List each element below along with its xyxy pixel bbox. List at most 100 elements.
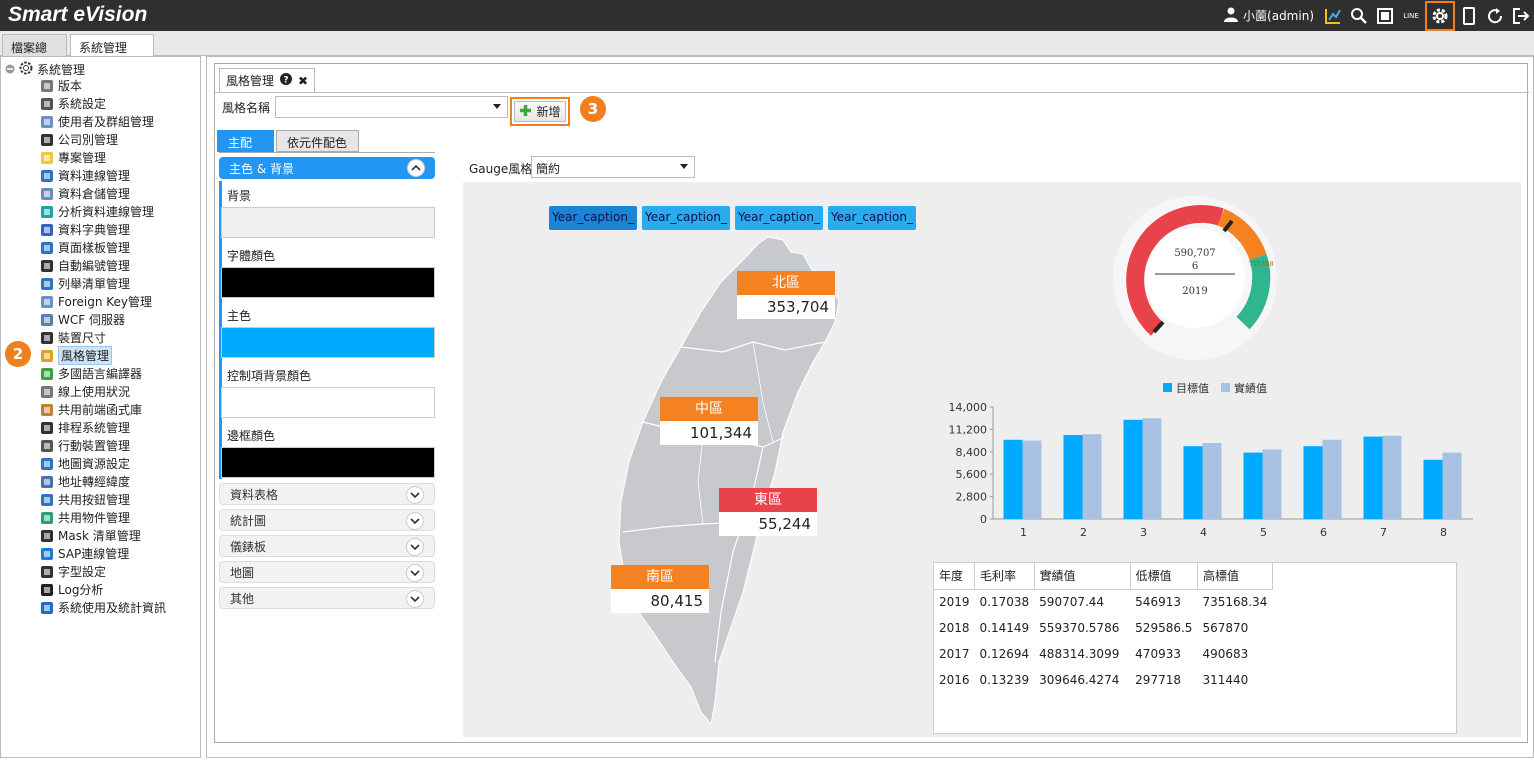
caption-button[interactable]: Year_caption_ <box>549 206 637 230</box>
tab-main-color[interactable]: 主配色 <box>217 130 274 167</box>
caption-button[interactable]: Year_caption_ <box>735 206 823 230</box>
sidebar-item[interactable]: 列舉清單管理 <box>39 275 130 292</box>
chevron-down-icon[interactable] <box>406 564 424 582</box>
key-icon <box>39 294 55 310</box>
cube-icon <box>39 204 55 220</box>
sidebar-item[interactable]: 風格管理 <box>39 346 113 365</box>
region-label[interactable]: 東區 55,244 <box>719 488 817 536</box>
globe-icon <box>39 366 55 382</box>
sidebar-item[interactable]: 資料倉儲管理 <box>39 185 130 202</box>
sidebar-item[interactable]: 線上使用狀況 <box>39 383 130 400</box>
style-name-select[interactable] <box>275 96 508 118</box>
refresh-icon[interactable] <box>1483 4 1507 28</box>
chevron-down-icon[interactable] <box>406 512 424 530</box>
sidebar-item[interactable]: 排程系統管理 <box>39 419 130 436</box>
y-tick-label: 0 <box>980 513 987 526</box>
sidebar-item[interactable]: 專案管理 <box>39 149 106 166</box>
app-title: Smart eVision <box>8 3 148 26</box>
sidebar-item[interactable]: Foreign Key管理 <box>39 293 152 310</box>
collapse-icon[interactable] <box>5 63 15 77</box>
style-preview: Year_caption_ Year_caption_ Year_caption… <box>463 182 1521 737</box>
bar-target <box>1123 419 1143 519</box>
region-value: 80,415 <box>611 589 709 613</box>
help-icon[interactable]: ? <box>280 73 293 88</box>
sidebar-item[interactable]: 公司別管理 <box>39 131 118 148</box>
table-row[interactable]: 2019 0.17038 590707.44 546913 735168.34 <box>934 589 1272 615</box>
mobile-icon[interactable] <box>1457 4 1481 28</box>
table-row[interactable]: 2017 0.12694 488314.3099 470933 490683 <box>934 641 1272 667</box>
add-button-label: 新增 <box>536 105 561 119</box>
accordion-section[interactable]: 其他 <box>219 587 435 609</box>
table-cell: 0.17038 <box>979 595 1030 610</box>
chevron-down-icon[interactable] <box>406 486 424 504</box>
bar-actual <box>1442 452 1462 519</box>
bar-actual <box>1022 440 1042 519</box>
sidebar-item[interactable]: 系統設定 <box>39 95 106 112</box>
sidebar-item[interactable]: Mask 清單管理 <box>39 527 141 544</box>
sidebar-item[interactable]: 資料字典管理 <box>39 221 130 238</box>
sidebar-item[interactable]: 頁面樣板管理 <box>39 239 130 256</box>
sidebar-item[interactable]: SAP連線管理 <box>39 545 129 562</box>
y-tick-label: 5,600 <box>956 468 988 481</box>
fullscreen-icon[interactable] <box>1373 4 1397 28</box>
close-icon[interactable]: ✖ <box>298 74 308 88</box>
logout-icon[interactable] <box>1509 4 1533 28</box>
accordion-section[interactable]: 統計圖 <box>219 509 435 531</box>
color-swatch[interactable] <box>221 447 435 478</box>
tab-component-color[interactable]: 依元件配色 <box>276 130 359 152</box>
sidebar-item[interactable]: 共用按鈕管理 <box>39 491 130 508</box>
legend-label: 實績值 <box>1234 381 1267 395</box>
sidebar-item[interactable]: 版本 <box>39 77 82 94</box>
color-swatch[interactable] <box>221 207 435 238</box>
accordion-main-background[interactable]: 主色 & 背景 <box>219 157 435 179</box>
accordion-section[interactable]: 資料表格 <box>219 483 435 505</box>
tab-system-management[interactable]: 系統管理✖ <box>70 34 154 70</box>
property-label: 背景 <box>227 189 252 203</box>
region-label[interactable]: 南區 80,415 <box>611 565 709 613</box>
accordion-section[interactable]: 地圖 <box>219 561 435 583</box>
chevron-down-icon[interactable] <box>406 590 424 608</box>
line-icon[interactable]: LINE <box>1399 4 1423 28</box>
sap-icon <box>39 546 55 562</box>
chevron-up-icon[interactable] <box>407 159 425 177</box>
sidebar-item[interactable]: WCF 伺服器 <box>39 311 125 328</box>
sidebar-item[interactable]: 分析資料連線管理 <box>39 203 154 220</box>
sidebar-item[interactable]: 系統使用及統計資訊 <box>39 599 166 616</box>
chart-tool-icon[interactable] <box>1321 4 1345 28</box>
accordion-section[interactable]: 儀錶板 <box>219 535 435 557</box>
sidebar-item[interactable]: Log分析 <box>39 581 103 598</box>
users-icon <box>39 114 55 130</box>
sidebar-item[interactable]: 地圖資源設定 <box>39 455 130 472</box>
sidebar-item[interactable]: 裝置尺寸 <box>39 329 106 346</box>
table-cell: 529586.5 <box>1135 621 1193 635</box>
color-swatch[interactable] <box>221 267 435 298</box>
gear-icon[interactable] <box>1425 0 1455 31</box>
chevron-down-icon[interactable] <box>406 538 424 556</box>
add-button[interactable]: 新增 <box>514 101 566 122</box>
sidebar-item[interactable]: 資料連線管理 <box>39 167 130 184</box>
color-swatch[interactable] <box>221 387 435 418</box>
user-menu[interactable]: 小薗(admin) <box>1223 6 1314 25</box>
gauge-style-select[interactable]: 簡約 <box>531 156 695 178</box>
table-cell: 2017 <box>939 647 970 661</box>
sidebar-item[interactable]: 共用前端函式庫 <box>39 401 142 418</box>
sidebar-item-label: 系統設定 <box>58 97 107 111</box>
sidebar-item-label: 字型設定 <box>58 565 107 579</box>
table-row[interactable]: 2016 0.13239 309646.4274 297718 311440 <box>934 667 1272 693</box>
tab-file-manager[interactable]: 檔案總管 <box>2 34 67 72</box>
sidebar-item[interactable]: 字型設定 <box>39 563 106 580</box>
caption-button[interactable]: Year_caption_ <box>828 206 916 230</box>
table-row[interactable]: 2018 0.14149 559370.5786 529586.5 567870 <box>934 615 1272 641</box>
sidebar-item[interactable]: 行動裝置管理 <box>39 437 130 454</box>
search-icon[interactable] <box>1347 4 1371 28</box>
color-swatch[interactable] <box>221 327 435 358</box>
sidebar-item[interactable]: 多國語言編譯器 <box>39 365 142 382</box>
region-label[interactable]: 北區 353,704 <box>737 271 835 319</box>
tab-style-management[interactable]: 風格管理 ? ✖ <box>219 68 316 92</box>
sidebar-item[interactable]: 自動編號管理 <box>39 257 130 274</box>
sidebar-item[interactable]: 地址轉經緯度 <box>39 473 130 490</box>
sidebar-item[interactable]: 共用物件管理 <box>39 509 130 526</box>
sidebar-item[interactable]: 使用者及群組管理 <box>39 113 154 130</box>
caption-button[interactable]: Year_caption_ <box>642 206 730 230</box>
region-label[interactable]: 中區 101,344 <box>660 397 758 445</box>
